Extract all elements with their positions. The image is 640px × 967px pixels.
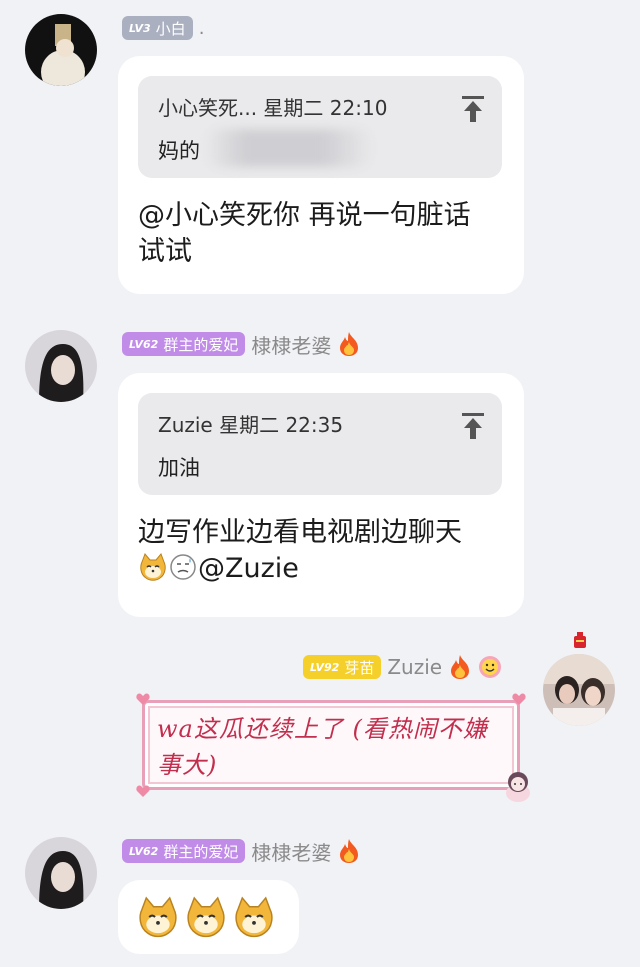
nickname: 棣棣老婆 <box>251 840 332 865</box>
avatar[interactable] <box>543 654 615 726</box>
heart-decoration-icon <box>136 785 150 797</box>
level-badge: LV3 小白 <box>122 16 193 40</box>
level-badge: LV62 群主的爱妃 <box>122 332 246 356</box>
dog-emoji-icon <box>138 552 168 582</box>
blurred-text <box>204 129 374 167</box>
quote-text: 妈的 <box>158 129 482 167</box>
nickname: 棣棣老婆 <box>251 333 332 358</box>
avatar-decoration <box>571 632 589 652</box>
sender-header: LV62 群主的爱妃 棣棣老婆 <box>122 837 361 865</box>
heart-decoration-icon <box>512 693 526 705</box>
avatar[interactable] <box>25 14 97 86</box>
level-badge: LV92 芽苗 <box>303 655 382 679</box>
text-sticker[interactable]: wa这瓜还续上了 (看热闹不嫌事大) <box>136 693 530 802</box>
nickname: Zuzie <box>387 655 443 679</box>
dog-emoji-icon <box>184 895 228 939</box>
message-text: 边写作业边看电视剧边聊天 @Zuzie <box>138 517 462 584</box>
avatar[interactable] <box>25 837 97 909</box>
sweat-emoji-icon <box>168 552 198 582</box>
sender-header: LV92 芽苗 Zuzie <box>303 653 502 681</box>
flame-icon <box>337 838 361 864</box>
character-sticker-icon <box>506 772 530 802</box>
pin-top-icon[interactable] <box>462 96 484 122</box>
level-badge: LV62 群主的爱妃 <box>122 839 246 863</box>
quoted-message[interactable]: Zuzie 星期二 22:35 加油 <box>138 393 502 495</box>
sender-header: LV62 群主的爱妃 棣棣老婆 <box>122 330 361 358</box>
smile-emoji-icon <box>478 654 502 680</box>
message-text: @小心笑死你 再说一句脏话 试试 <box>138 200 471 267</box>
message-bubble[interactable]: 小心笑死... 星期二 22:10 妈的 @小心笑死你 再说一句脏话 试试 <box>118 56 524 294</box>
dog-emoji-icon <box>232 895 276 939</box>
message-bubble[interactable] <box>118 880 299 954</box>
quoted-message[interactable]: 小心笑死... 星期二 22:10 妈的 <box>138 76 502 178</box>
quote-text: 加油 <box>158 456 200 480</box>
sender-header: LV3 小白 . <box>122 14 204 42</box>
avatar[interactable] <box>25 330 97 402</box>
quote-meta: 小心笑死... 星期二 22:10 <box>158 96 388 120</box>
flame-icon <box>337 331 361 357</box>
nickname: . <box>198 17 205 39</box>
message-bubble[interactable]: Zuzie 星期二 22:35 加油 边写作业边看电视剧边聊天 @Zuzie <box>118 373 524 617</box>
flame-icon <box>448 654 472 680</box>
heart-decoration-icon <box>136 693 150 705</box>
pin-top-icon[interactable] <box>462 413 484 439</box>
sticker-text: wa这瓜还续上了 (看热闹不嫌事大) <box>157 715 488 779</box>
quote-meta: Zuzie 星期二 22:35 <box>158 413 344 437</box>
dog-emoji-icon <box>136 895 180 939</box>
